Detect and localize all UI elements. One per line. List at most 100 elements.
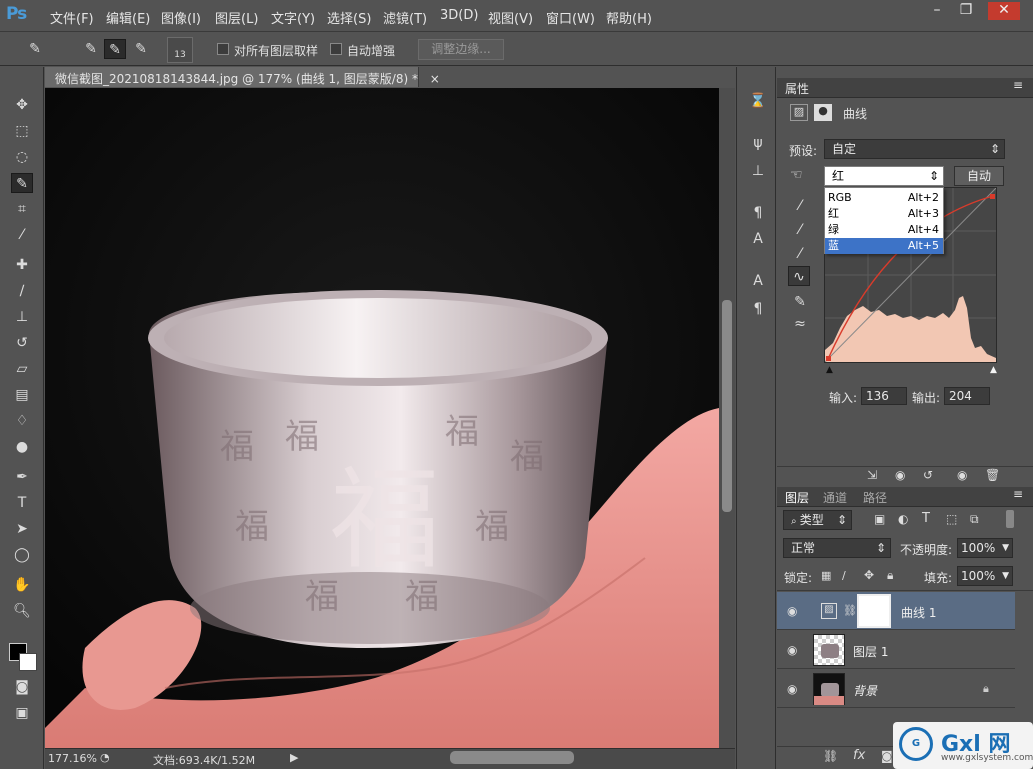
fill-field[interactable]: 100% ▼ — [957, 566, 1013, 586]
layer-name[interactable]: 背景 — [853, 682, 877, 699]
smooth-curve-icon[interactable]: ≈ — [789, 314, 811, 334]
gradient-tool-icon[interactable]: ▤ — [11, 385, 33, 405]
screen-mode-icon[interactable]: ▣ — [11, 703, 33, 723]
document-canvas[interactable]: 福福 福福 福福 福福 福 — [45, 88, 719, 748]
chain-link-icon[interactable]: ⛓︎ — [843, 604, 857, 617]
menu-file[interactable]: 文件(F) — [50, 8, 94, 27]
layer-name[interactable]: 图层 1 — [853, 643, 888, 660]
link-layers-icon[interactable]: ⛓︎ — [823, 749, 838, 763]
filter-adjustment-icon[interactable]: ◐ — [898, 512, 908, 526]
auto-button[interactable]: 自动 — [954, 166, 1004, 186]
history-panel-icon[interactable]: ⌛ — [747, 91, 769, 111]
menu-filter[interactable]: 滤镜(T) — [383, 8, 427, 27]
clone-stamp-tool-icon[interactable]: ⊥ — [11, 307, 33, 327]
view-previous-state-icon[interactable]: ◉ — [895, 468, 905, 482]
hand-tool-icon[interactable]: ✋ — [11, 575, 33, 595]
brush-size-picker[interactable]: 13 — [167, 37, 193, 63]
layer-name[interactable]: 曲线 1 — [901, 604, 936, 621]
add-to-selection-icon[interactable]: ✎ — [104, 39, 126, 59]
document-tab[interactable]: 微信截图_20210818143844.jpg @ 177% (曲线 1, 图层… — [45, 67, 440, 87]
menu-window[interactable]: 窗口(W) — [546, 8, 595, 27]
character-panel-icon[interactable]: A — [747, 271, 769, 291]
auto-enhance-checkbox[interactable] — [330, 43, 342, 55]
background-color-swatch[interactable] — [19, 653, 37, 671]
clone-source-panel-icon[interactable]: ⊥ — [747, 161, 769, 181]
output-value-field[interactable]: 204 — [944, 387, 990, 405]
minimize-button[interactable]: – — [924, 2, 950, 20]
draw-curve-pencil-icon[interactable]: ✎ — [789, 292, 811, 312]
input-value-field[interactable]: 136 — [861, 387, 907, 405]
add-mask-icon[interactable]: ◙ — [881, 749, 893, 763]
channel-select[interactable]: 红 ⇕ — [824, 166, 944, 186]
marquee-tool-icon[interactable]: ⬚ — [11, 121, 33, 141]
pen-tool-icon[interactable]: ✒ — [11, 467, 33, 487]
edit-points-curve-icon[interactable]: ∿ — [788, 266, 810, 286]
eyedropper-tool-icon[interactable]: ⁄ — [11, 225, 33, 245]
clip-to-layer-icon[interactable]: ⇲ — [867, 468, 877, 482]
reset-adjustment-icon[interactable]: ↺ — [923, 468, 933, 482]
menu-select[interactable]: 选择(S) — [327, 8, 371, 27]
opacity-field[interactable]: 100% ▼ — [957, 538, 1013, 558]
blur-tool-icon[interactable]: ♢ — [11, 411, 33, 431]
paragraph-style-icon[interactable]: ¶ — [747, 203, 769, 223]
menu-layer[interactable]: 图层(L) — [215, 8, 258, 27]
layer-mask-icon[interactable]: ● — [814, 104, 832, 121]
filter-smart-object-icon[interactable]: ⧉ — [970, 512, 979, 527]
status-info-icon[interactable]: ◔ — [100, 751, 110, 764]
visibility-eye-icon[interactable]: ◉ — [787, 682, 797, 696]
close-tab-icon[interactable]: × — [430, 72, 440, 86]
lock-transparent-pixels-icon[interactable]: ▦ — [821, 569, 831, 582]
tab-properties[interactable]: 属性 — [785, 80, 809, 97]
sample-highlight-eyedropper-icon[interactable]: ⁄ — [789, 244, 811, 264]
channel-option-green[interactable]: 绿 Alt+4 — [825, 222, 943, 238]
tab-paths[interactable]: 路径 — [863, 489, 887, 506]
refine-edge-button[interactable]: 调整边缘... — [418, 39, 504, 60]
toggle-visibility-icon[interactable]: ◉ — [957, 468, 967, 482]
ellipse-tool-icon[interactable]: ◯ — [11, 545, 33, 565]
zoom-tool-icon[interactable]: 🔍︎ — [11, 601, 33, 621]
lock-position-icon[interactable]: ✥ — [864, 568, 874, 582]
filter-pixel-icon[interactable]: ▣ — [874, 512, 885, 526]
lock-image-pixels-icon[interactable]: ∕ — [842, 569, 846, 582]
path-selection-tool-icon[interactable]: ➤ — [11, 519, 33, 539]
delete-adjustment-icon[interactable]: 🗑︎ — [985, 468, 1000, 482]
move-tool-icon[interactable]: ✥ — [11, 95, 33, 115]
lasso-tool-icon[interactable]: ◌ — [11, 147, 33, 167]
layer-style-icon[interactable]: fx — [853, 748, 865, 763]
black-point-slider-icon[interactable]: ▲ — [826, 365, 833, 375]
type-tool-icon[interactable]: T — [11, 493, 33, 513]
horizontal-scroll-thumb[interactable] — [450, 751, 574, 764]
layer-filter-select[interactable]: ⌕ 类型 ⇕ — [783, 510, 852, 530]
layer-row-curves[interactable]: ◉ ▨ ⛓︎ 曲线 1 — [777, 592, 1015, 630]
character-style-icon[interactable]: A — [747, 229, 769, 249]
vertical-scroll-thumb[interactable] — [722, 300, 732, 512]
quick-selection-tool-icon[interactable]: ✎ — [11, 173, 33, 193]
preset-select[interactable]: 自定 ⇕ — [824, 139, 1005, 159]
restore-button[interactable]: ❐ — [953, 2, 979, 20]
menu-image[interactable]: 图像(I) — [161, 8, 201, 27]
layer-row-layer1[interactable]: ◉ 图层 1 — [777, 631, 1015, 669]
menu-help[interactable]: 帮助(H) — [606, 8, 652, 27]
filter-shape-icon[interactable]: ⬚ — [946, 512, 957, 526]
healing-brush-tool-icon[interactable]: ✚ — [11, 255, 33, 275]
crop-tool-icon[interactable]: ⌗ — [11, 199, 33, 219]
menu-3d[interactable]: 3D(D) — [440, 8, 478, 23]
close-button[interactable]: ✕ — [988, 2, 1020, 20]
layer-mask-thumbnail[interactable] — [857, 594, 891, 628]
history-brush-tool-icon[interactable]: ↺ — [11, 333, 33, 353]
curves-adjustment-icon[interactable]: ▨ — [790, 104, 808, 121]
visibility-eye-icon[interactable]: ◉ — [787, 604, 797, 618]
paragraph-panel-icon[interactable]: ¶ — [747, 299, 769, 319]
subtract-from-selection-icon[interactable]: ✎ — [130, 39, 152, 59]
channel-option-red[interactable]: 红 Alt+3 — [825, 206, 943, 222]
menu-edit[interactable]: 编辑(E) — [106, 8, 150, 27]
zoom-level[interactable]: 177.16% — [48, 752, 97, 765]
channel-option-rgb[interactable]: RGB Alt+2 — [825, 190, 943, 206]
brush-tool-icon[interactable]: ∕ — [11, 281, 33, 301]
menu-type[interactable]: 文字(Y) — [271, 8, 315, 27]
eraser-tool-icon[interactable]: ▱ — [11, 359, 33, 379]
sample-all-layers-checkbox[interactable] — [217, 43, 229, 55]
dodge-tool-icon[interactable]: ● — [11, 437, 33, 457]
white-point-slider-icon[interactable]: ▲ — [990, 365, 997, 375]
tab-channels[interactable]: 通道 — [823, 489, 847, 506]
